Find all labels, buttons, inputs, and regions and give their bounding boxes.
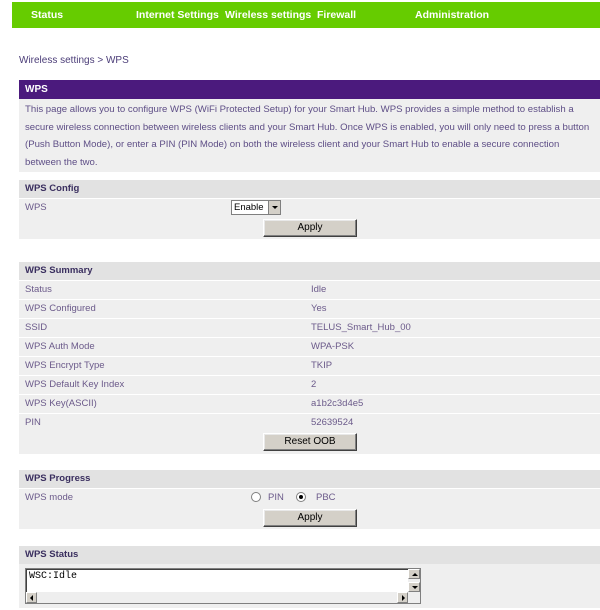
wps-status-section: WPS Status WSC:Idle xyxy=(19,546,600,608)
wps-enable-select[interactable]: Enable xyxy=(231,200,281,215)
pbc-radio[interactable] xyxy=(296,492,306,502)
wps-mode-row: WPS mode PIN PBC xyxy=(19,488,600,507)
summary-row-label: WPS Encrypt Type xyxy=(25,360,105,371)
config-apply-button[interactable]: Apply xyxy=(263,219,357,237)
progress-apply-button[interactable]: Apply xyxy=(263,509,357,527)
chevron-down-icon[interactable] xyxy=(268,201,280,214)
summary-row-value: Idle xyxy=(311,284,327,295)
summary-row-value: Yes xyxy=(311,303,327,314)
top-nav-bar: Status Internet Settings Wireless settin… xyxy=(12,2,600,28)
breadcrumb: Wireless settings > WPS xyxy=(19,55,129,66)
summary-row: PIN 52639524 xyxy=(19,413,600,432)
summary-row-label: WPS Key(ASCII) xyxy=(25,398,97,409)
scroll-down-icon[interactable] xyxy=(408,582,420,592)
nav-item-wireless-settings[interactable]: Wireless settings xyxy=(215,2,311,28)
summary-row: WPS Configured Yes xyxy=(19,299,600,318)
progress-apply-row: Apply xyxy=(19,507,600,529)
nav-item-administration[interactable]: Administration xyxy=(403,2,523,28)
summary-row-value: TELUS_Smart_Hub_00 xyxy=(311,322,411,333)
wps-summary-section: WPS Summary Status Idle WPS Configured Yes S… xyxy=(19,262,600,454)
nav-item-status[interactable]: Status xyxy=(12,2,122,28)
wps-config-section: WPS Config WPS Enable Apply xyxy=(19,180,600,239)
summary-row: SSID TELUS_Smart_Hub_00 xyxy=(19,318,600,337)
summary-row-label: Status xyxy=(25,284,52,295)
summary-row-label: WPS Auth Mode xyxy=(25,341,95,352)
summary-row-label: WPS Configured xyxy=(25,303,96,314)
top-nav: Status Internet Settings Wireless settin… xyxy=(0,0,600,32)
summary-row: WPS Auth Mode WPA-PSK xyxy=(19,337,600,356)
summary-row: WPS Key(ASCII) a1b2c3d4e5 xyxy=(19,394,600,413)
horizontal-scrollbar[interactable] xyxy=(26,592,420,603)
wps-status-title: WPS Status xyxy=(19,546,600,564)
wps-enable-value: Enable xyxy=(234,202,264,213)
wps-status-textarea[interactable]: WSC:Idle xyxy=(25,568,421,604)
summary-row: WPS Default Key Index 2 xyxy=(19,375,600,394)
summary-table: Status Idle WPS Configured Yes SSID TELUS_Sma… xyxy=(19,280,600,432)
summary-row-value: 52639524 xyxy=(311,417,354,428)
nav-item-internet-settings[interactable]: Internet Settings xyxy=(122,2,219,28)
pin-radio-label: PIN xyxy=(268,492,284,503)
summary-row-label: WPS Default Key Index xyxy=(25,379,125,390)
summary-row-value: TKIP xyxy=(311,360,333,371)
vertical-scrollbar[interactable] xyxy=(408,569,420,593)
wps-intro-section: WPS This page allows you to configure WP… xyxy=(19,80,600,172)
scroll-right-icon[interactable] xyxy=(397,592,408,603)
wps-progress-section: WPS Progress WPS mode PIN PBC Apply xyxy=(19,470,600,529)
scroll-up-icon[interactable] xyxy=(408,569,420,579)
summary-row: WPS Encrypt Type TKIP xyxy=(19,356,600,375)
summary-row-value: 2 xyxy=(311,379,317,390)
wps-status-text: WSC:Idle xyxy=(29,571,78,582)
summary-reset-row: Reset OOB xyxy=(19,432,600,454)
wps-progress-title: WPS Progress xyxy=(19,470,600,488)
summary-row-value: a1b2c3d4e5 xyxy=(311,398,364,409)
summary-row: Status Idle xyxy=(19,280,600,299)
page-title: WPS xyxy=(19,80,600,99)
scroll-left-icon[interactable] xyxy=(26,592,37,603)
wps-enable-label: WPS xyxy=(25,202,47,213)
wps-config-row: WPS Enable xyxy=(19,198,600,217)
summary-row-label: PIN xyxy=(25,417,41,428)
wps-description: This page allows you to configure WPS (W… xyxy=(19,99,600,172)
reset-oob-button[interactable]: Reset OOB xyxy=(263,433,357,451)
wps-mode-label: WPS mode xyxy=(25,492,74,503)
nav-item-firewall[interactable]: Firewall xyxy=(311,2,403,28)
pbc-radio-label: PBC xyxy=(316,492,336,503)
pin-radio[interactable] xyxy=(251,492,261,502)
wps-status-area: WSC:Idle xyxy=(19,564,600,608)
summary-row-label: SSID xyxy=(25,322,48,333)
wps-config-apply-row: Apply xyxy=(19,217,600,239)
wps-config-title: WPS Config xyxy=(19,180,600,198)
summary-row-value: WPA-PSK xyxy=(311,341,355,352)
wps-summary-title: WPS Summary xyxy=(19,262,600,280)
